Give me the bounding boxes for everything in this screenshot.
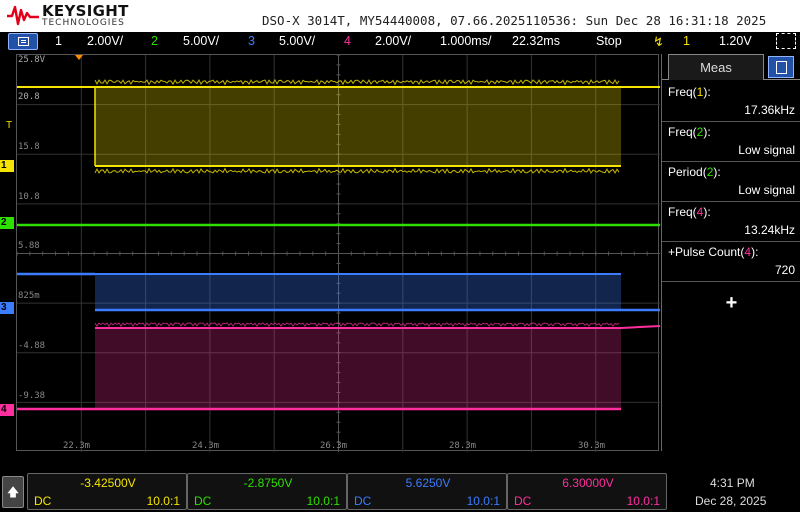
clock-time: 4:31 PM (710, 476, 755, 490)
ch4-noise-top (94, 322, 620, 328)
y-label-1: 20.8 (18, 92, 40, 102)
meas-value: 17.36kHz (744, 103, 795, 117)
zoom-select-icon[interactable] (776, 33, 796, 49)
ch2-scale[interactable]: 5.00V/ (183, 34, 219, 48)
menu-icon (18, 37, 29, 46)
trigger-edge-icon: ↯ (653, 34, 664, 49)
channel-card-3[interactable]: 5.6250V DC 10.0:1 (347, 473, 507, 510)
add-measurement-button[interactable]: + (662, 288, 800, 320)
meas-row[interactable]: Freq(4): 13.24kHz (662, 202, 800, 242)
channel-status-bar: 1 2.00V/ 2 5.00V/ 3 5.00V/ 4 2.00V/ 1.00… (0, 32, 800, 52)
ch3-envelope (95, 274, 621, 310)
measurements-panel: Meas Freq(1): 17.36kHz Freq(2): Low signal P… (661, 54, 800, 451)
time-delay[interactable]: 22.32ms (512, 34, 560, 48)
ch3-scale[interactable]: 5.00V/ (279, 34, 315, 48)
title-bar: KEYSIGHT TECHNOLOGIES DSO-X 3014T, MY544… (0, 0, 800, 32)
y-label-5: 825m (18, 291, 40, 301)
ch1-noise-bottom (94, 167, 620, 175)
channel-card-1[interactable]: -3.42500V DC 10.0:1 (27, 473, 187, 510)
meas-name: Freq(4): (668, 205, 711, 219)
x-label-3: 28.3m (449, 441, 477, 451)
ch4-trace-tail (620, 325, 660, 329)
meas-tab[interactable]: Meas (668, 54, 764, 80)
run-state[interactable]: Stop (596, 34, 622, 48)
channel-offset: -3.42500V (80, 476, 136, 490)
trigger-level[interactable]: 1.20V (719, 34, 752, 48)
ch4-scale[interactable]: 2.00V/ (375, 34, 411, 48)
ch3-ground-marker[interactable]: 3 (0, 302, 14, 314)
channel-coupling: DC (34, 494, 52, 508)
y-label-0: 25.8V (18, 55, 46, 65)
x-label-1: 24.3m (192, 441, 220, 451)
meas-row[interactable]: +Pulse Count(4): 720 (662, 242, 800, 282)
y-label-6: -4.88 (18, 341, 46, 351)
trigger-source[interactable]: 1 (683, 34, 690, 48)
meas-tab-strip: Meas (662, 54, 800, 80)
channel-probe: 10.0:1 (626, 494, 660, 508)
ch3-number[interactable]: 3 (248, 34, 255, 48)
x-label-2: 26.3m (320, 441, 348, 451)
channel-card-4[interactable]: 6.30000V DC 10.0:1 (507, 473, 667, 510)
meas-row[interactable]: Period(2): Low signal (662, 162, 800, 202)
x-label-0: 22.3m (63, 441, 91, 451)
channel-offset: 5.6250V (405, 476, 451, 490)
clock-date: Dec 28, 2025 (695, 494, 767, 508)
ch4-envelope (95, 328, 621, 409)
meas-settings-icon[interactable] (768, 56, 794, 78)
x-label-4: 30.3m (578, 441, 606, 451)
meas-name: Freq(1): (668, 85, 711, 99)
meas-name: Period(2): (668, 165, 721, 179)
ch2-ground-marker[interactable]: 2 (0, 217, 14, 229)
ch1-noise-top (94, 78, 620, 86)
waveform-display[interactable]: 25.8V 20.8 15.8 10.8 5.88 825m -4.88 -9.… (16, 54, 660, 452)
scope-info-line: DSO-X 3014T, MY54440008, 07.66.202511053… (262, 13, 767, 28)
meas-value: Low signal (738, 143, 795, 157)
y-label-3: 10.8 (18, 192, 40, 202)
y-label-7: -9.38 (18, 391, 46, 401)
home-up-button[interactable]: 🡅 (2, 476, 24, 508)
channel-probe: 10.0:1 (466, 494, 500, 508)
waveform-canvas (17, 55, 660, 452)
channel-probe: 10.0:1 (306, 494, 340, 508)
channel-coupling: DC (514, 494, 532, 508)
brand-subtitle: TECHNOLOGIES (42, 18, 125, 28)
keysight-wave-logo-icon (7, 5, 39, 26)
y-label-4: 5.88 (18, 241, 40, 251)
meas-value: 720 (774, 263, 795, 277)
channel-card-2[interactable]: -2.8750V DC 10.0:1 (187, 473, 347, 510)
channel-offset: 6.30000V (562, 476, 614, 490)
meas-value: 13.24kHz (744, 223, 795, 237)
ch1-number[interactable]: 1 (55, 34, 62, 48)
ch1-ground-marker[interactable]: 1 (0, 160, 14, 172)
meas-name: Freq(2): (668, 125, 711, 139)
ch1-envelope (95, 87, 621, 167)
main-menu-button[interactable] (8, 33, 38, 50)
ch2-number[interactable]: 2 (151, 34, 158, 48)
meas-row[interactable]: Freq(1): 17.36kHz (662, 82, 800, 122)
trigger-level-marker[interactable]: T (6, 120, 12, 131)
channel-probe: 10.0:1 (146, 494, 180, 508)
ch4-number[interactable]: 4 (344, 34, 351, 48)
meas-name: +Pulse Count(4): (668, 245, 759, 259)
meas-row[interactable]: Freq(2): Low signal (662, 122, 800, 162)
timebase-scale[interactable]: 1.000ms/ (440, 34, 491, 48)
y-label-2: 15.8 (18, 142, 40, 152)
ch1-scale[interactable]: 2.00V/ (87, 34, 123, 48)
channel-coupling: DC (354, 494, 372, 508)
channel-coupling: DC (194, 494, 212, 508)
meas-value: Low signal (738, 183, 795, 197)
channel-offset: -2.8750V (243, 476, 293, 490)
ch4-ground-marker[interactable]: 4 (0, 404, 14, 416)
